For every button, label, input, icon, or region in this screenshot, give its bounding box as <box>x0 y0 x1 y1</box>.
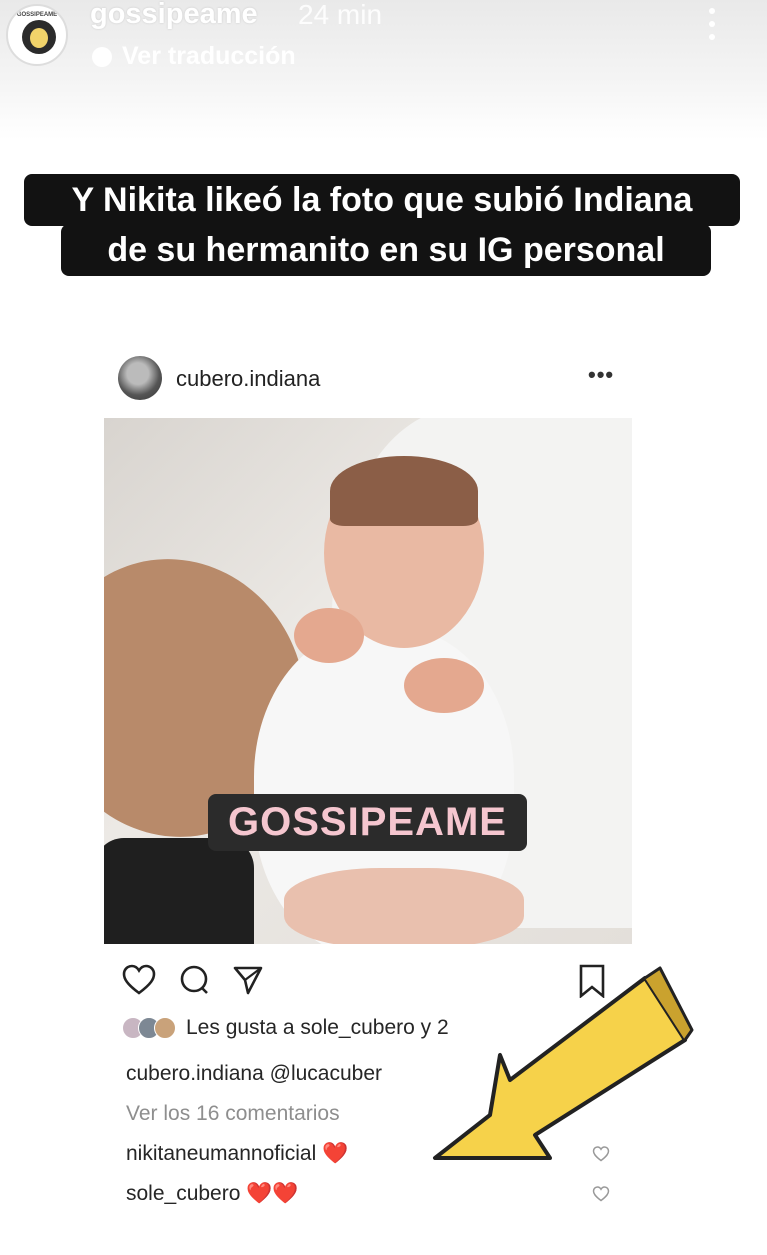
post-username: cubero.indiana <box>176 366 321 391</box>
translate-link[interactable]: Ver traducción <box>92 42 296 71</box>
heart-icon <box>122 964 156 995</box>
translate-label: Ver traducción <box>122 42 296 70</box>
comment-like-icon <box>592 1186 610 1202</box>
share-icon <box>233 966 263 995</box>
avatar-caption: GOSSIPEAME <box>16 12 58 18</box>
post-photo: GOSSIPEAME <box>104 418 632 944</box>
comment-username: nikitaneumannoficial <box>126 1142 317 1165</box>
caption-username: cubero.indiana <box>126 1062 264 1085</box>
comment-icon <box>180 965 208 994</box>
more-options-icon[interactable] <box>706 8 718 40</box>
post-avatar <box>118 356 162 400</box>
caption-line-1: Y Nikita likeó la foto que subió Indiana <box>24 174 740 226</box>
caption-line-2: de su hermanito en su IG personal <box>61 224 711 276</box>
story-time: 24 min <box>298 0 383 30</box>
yellow-arrow-icon <box>433 966 694 1160</box>
liker-avatars <box>122 1017 176 1039</box>
story-avatar[interactable]: GOSSIPEAME <box>6 4 68 66</box>
translate-icon <box>92 46 112 67</box>
avatar-logo-icon <box>22 20 56 54</box>
comment-username: sole_cubero <box>126 1182 241 1205</box>
comment-row: nikitaneumannoficial ❤️ <box>126 1142 348 1166</box>
story-account-name[interactable]: gossipeame <box>90 0 258 31</box>
post-caption: cubero.indiana @lucacuber <box>126 1062 382 1086</box>
comment-text: ❤️❤️ <box>246 1182 299 1205</box>
likes-text: Les gusta a sole_cubero y 2 <box>186 1016 449 1039</box>
photo-watermark: GOSSIPEAME <box>208 794 527 851</box>
comment-text: ❤️ <box>322 1142 349 1165</box>
likes-row: Les gusta a sole_cubero y 2 <box>122 1016 449 1040</box>
view-comments-link: Ver los 16 comentarios <box>126 1102 340 1125</box>
caption-mention: @lucacuber <box>269 1062 382 1085</box>
post-more-icon: ••• <box>588 362 615 387</box>
comment-row: sole_cubero ❤️❤️ <box>126 1182 299 1206</box>
post-actions <box>122 964 264 996</box>
